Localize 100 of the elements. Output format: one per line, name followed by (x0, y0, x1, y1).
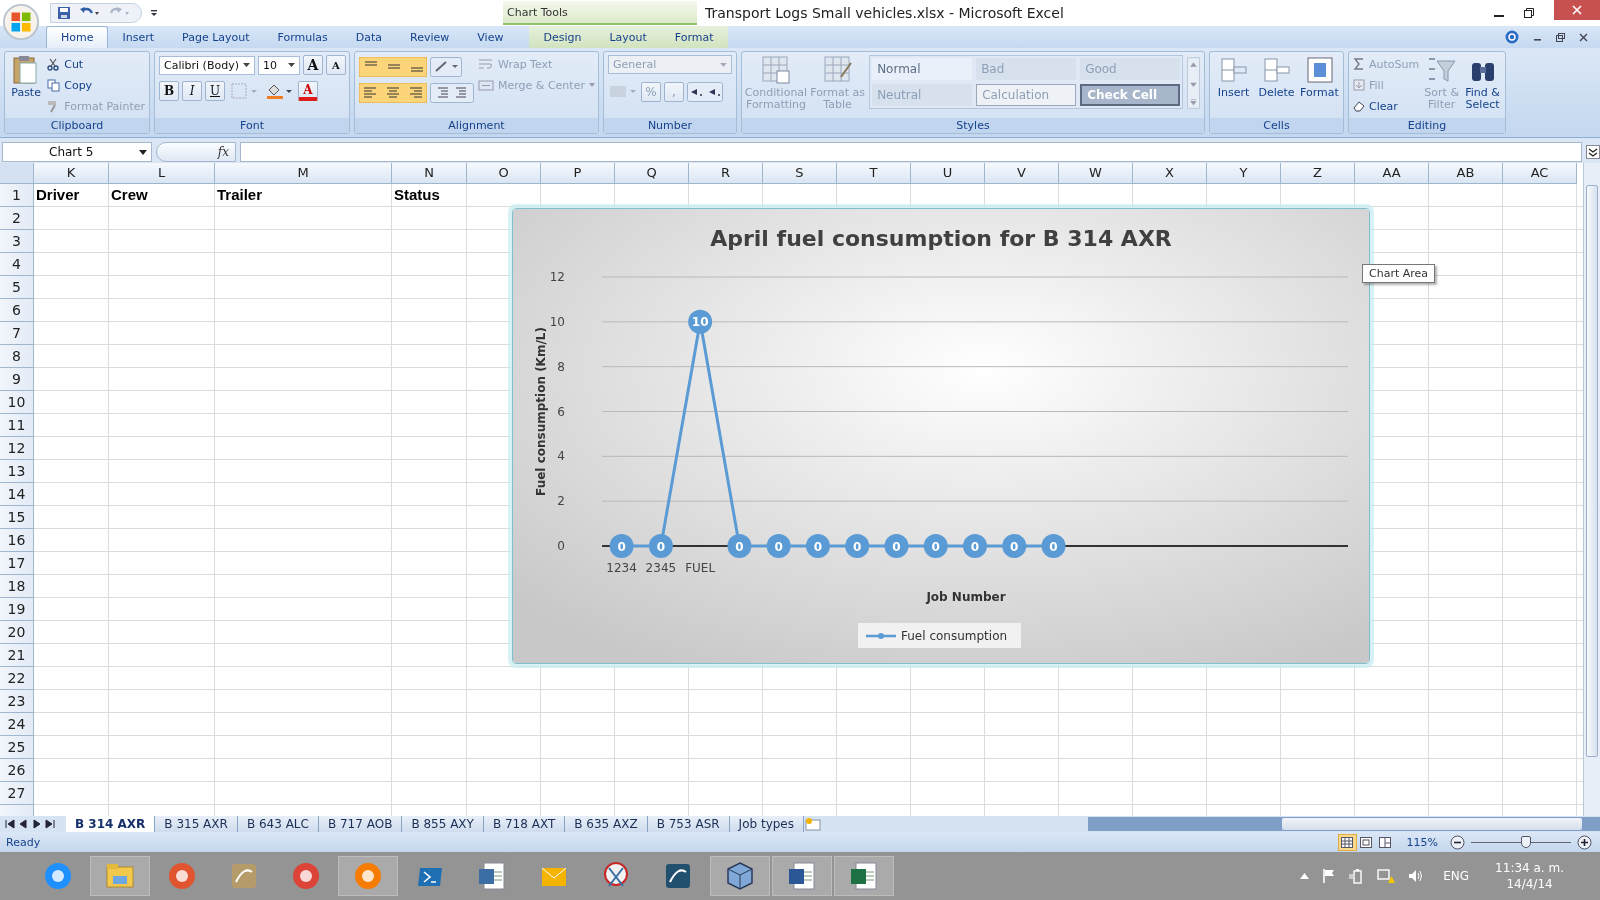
align-top-icon[interactable] (359, 57, 427, 77)
data-point[interactable] (609, 534, 634, 558)
zoom-in-icon[interactable] (1577, 834, 1592, 850)
data-point[interactable] (805, 534, 830, 558)
font-style-button[interactable]: I (182, 81, 202, 101)
sheet-tab[interactable]: B 855 AXY (402, 816, 484, 832)
new-sheet-icon[interactable] (804, 817, 822, 831)
column-header[interactable]: V (985, 163, 1059, 184)
sheet-tab[interactable]: B 717 AOB (318, 816, 403, 832)
align-left-icon[interactable] (359, 83, 427, 103)
column-header[interactable]: Y (1207, 163, 1281, 184)
column-header[interactable]: AA (1355, 163, 1429, 184)
data-point[interactable] (1041, 534, 1066, 558)
data-point[interactable] (727, 534, 752, 558)
ribbon-tab[interactable]: View (463, 26, 518, 48)
ribbon-tab[interactable]: Page Layout (168, 26, 264, 48)
zoom-slider[interactable] (1471, 835, 1571, 849)
data-point[interactable] (648, 534, 673, 558)
sheet-tab[interactable]: B 314 AXR (66, 816, 156, 832)
column-header[interactable]: S (763, 163, 837, 184)
ribbon-tab[interactable]: Design (529, 26, 596, 48)
select-all-corner[interactable] (0, 163, 34, 184)
help-icon[interactable] (1505, 30, 1519, 44)
column-header[interactable]: W (1059, 163, 1133, 184)
clipboard-button[interactable]: Cut (47, 55, 145, 73)
sheet-tab[interactable]: B 718 AXT (483, 816, 566, 832)
zoom-slider-thumb[interactable] (1521, 836, 1531, 848)
column-header[interactable]: AB (1429, 163, 1503, 184)
ribbon-tab[interactable]: Layout (595, 26, 661, 48)
name-box[interactable]: Chart 5 (2, 142, 152, 162)
grow-font-button[interactable]: A (303, 55, 323, 75)
ribbon-tab[interactable]: Formulas (263, 26, 342, 48)
function-button[interactable]: fx (156, 142, 236, 162)
data-point[interactable] (1002, 534, 1027, 558)
paste-button[interactable]: Paste (9, 55, 44, 99)
decimal-icon[interactable] (687, 82, 723, 102)
column-header[interactable]: M (215, 163, 392, 184)
sheet-tab[interactable]: B 643 ALC (237, 816, 319, 832)
column-header[interactable]: K (34, 163, 109, 184)
editing-button[interactable]: Clear (1353, 97, 1420, 115)
column-header[interactable]: R (689, 163, 763, 184)
vertical-scrollbar[interactable] (1583, 163, 1600, 816)
taskbar-button[interactable] (710, 856, 770, 896)
expand-icon[interactable] (1586, 145, 1600, 159)
column-header[interactable]: N (392, 163, 467, 184)
font-name-field[interactable]: Calibri (Body) (159, 55, 255, 75)
font-size-field[interactable]: 10 (258, 55, 300, 75)
gallery-scroll-icon[interactable] (1187, 55, 1200, 111)
editing-button[interactable]: Find & Select (1464, 55, 1501, 111)
indent-icon[interactable] (430, 83, 474, 103)
ribbon-tab[interactable]: Home (46, 26, 109, 48)
orientation-icon[interactable] (430, 57, 462, 77)
sheet-tab[interactable]: Job types (729, 816, 804, 832)
sheet-tab[interactable]: B 753 ASR (647, 816, 730, 832)
cells-button[interactable]: Format (1300, 55, 1339, 99)
shrink-font-button[interactable]: A (326, 55, 346, 75)
taskbar-button[interactable] (772, 856, 832, 896)
horizontal-scrollbar[interactable] (1088, 817, 1600, 831)
column-header[interactable]: O (467, 163, 541, 184)
normal-view-button[interactable] (1337, 833, 1357, 851)
close-icon[interactable] (1579, 32, 1588, 42)
data-point[interactable] (845, 534, 870, 558)
sheet-tab[interactable]: B 635 AXZ (565, 816, 648, 832)
ribbon-tab[interactable]: Format (660, 26, 728, 48)
column-header[interactable]: X (1133, 163, 1207, 184)
cells-button[interactable]: Delete (1257, 55, 1296, 99)
column-header[interactable]: U (911, 163, 985, 184)
column-header[interactable]: Q (615, 163, 689, 184)
close-button[interactable] (1554, 0, 1600, 20)
column-header[interactable]: T (837, 163, 911, 184)
column-header[interactable]: L (109, 163, 215, 184)
save-icon[interactable] (57, 6, 71, 20)
ribbon-tab[interactable]: Data (341, 26, 397, 48)
font-style-button[interactable]: U (205, 81, 225, 101)
data-point[interactable] (923, 534, 948, 558)
zoom-out-icon[interactable] (1450, 834, 1465, 850)
restore-icon[interactable] (1556, 32, 1565, 42)
zoom-level[interactable]: 115% (1406, 835, 1438, 849)
data-point[interactable] (766, 534, 791, 558)
cells-button[interactable]: Insert (1214, 55, 1253, 99)
show-hidden-icons-icon[interactable] (1300, 873, 1310, 879)
formula-input[interactable] (240, 142, 1582, 162)
clipboard-button[interactable]: Copy (47, 76, 145, 94)
column-header[interactable]: Z (1281, 163, 1355, 184)
customize-arrow-icon[interactable] (150, 9, 158, 17)
sheet-tab[interactable]: B 315 AXR (155, 816, 238, 832)
font-color-button[interactable]: A (298, 81, 318, 101)
taskbar-button[interactable] (834, 856, 894, 896)
network-warning-icon[interactable] (1377, 868, 1396, 884)
data-point[interactable] (884, 534, 909, 558)
fill-color-icon[interactable] (265, 82, 295, 100)
restore-icon[interactable] (1524, 8, 1534, 18)
ribbon-tab[interactable]: Review (396, 26, 464, 48)
data-point[interactable] (688, 309, 713, 334)
font-style-button[interactable]: B (159, 81, 179, 101)
cell-style-button[interactable]: Normal (872, 58, 973, 80)
column-header[interactable]: P (541, 163, 615, 184)
column-header[interactable]: AC (1503, 163, 1577, 184)
data-point[interactable] (963, 534, 987, 558)
ribbon-tab[interactable]: Insert (108, 26, 169, 48)
